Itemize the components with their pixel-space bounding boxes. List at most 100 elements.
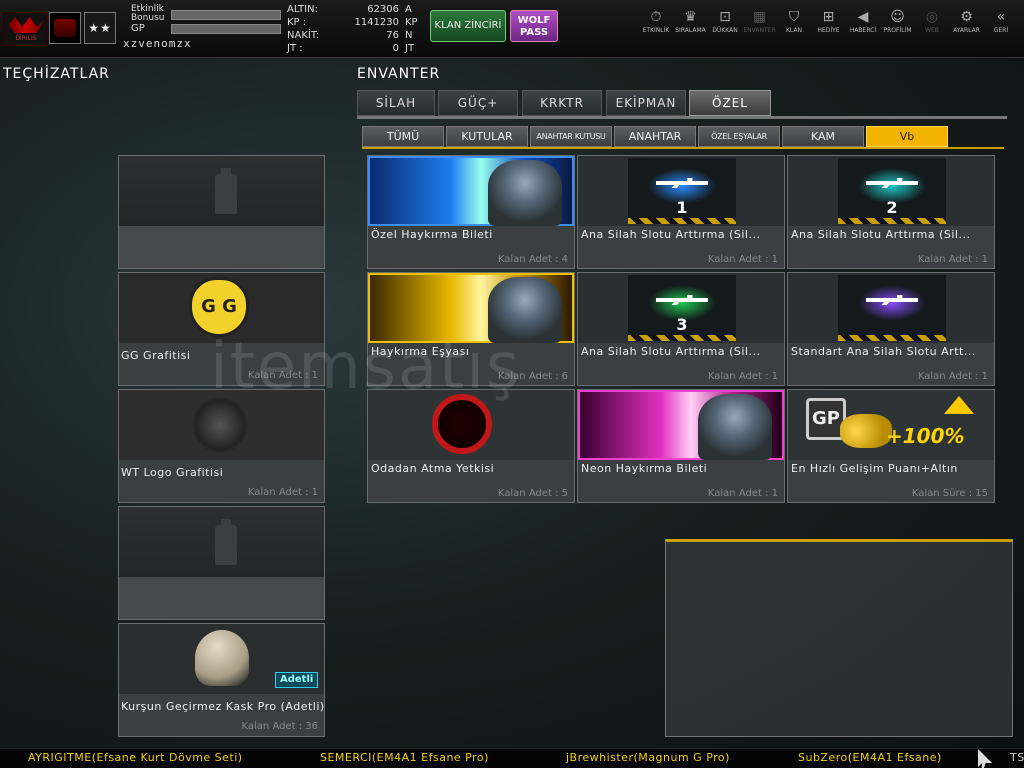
ticker-item: TS [1010, 751, 1024, 764]
spray-can-icon [215, 519, 237, 565]
item-name: Neon Haykırma Bileti [581, 462, 708, 475]
subtab-3[interactable]: ANAHTAR [614, 126, 696, 147]
subtab-5[interactable]: KAM [782, 126, 864, 147]
weapon-slot-icon: 3 [618, 275, 746, 341]
item-image [578, 390, 784, 460]
news-ticker: AYRIGITME(Efsane Kurt Dövme Seti) SEMERCI… [0, 748, 1024, 768]
inventory-item[interactable]: Özel Haykırma Bileti Kalan Adet : 4 [367, 155, 575, 269]
event-bonus-bar [171, 10, 281, 20]
currency-label: ALTIN: [287, 4, 318, 15]
currency-unit: KP [405, 17, 418, 28]
nav-5[interactable]: ⊞ HEDİYE [811, 8, 847, 38]
currency-value: 0 [392, 43, 399, 54]
equipment-slot[interactable]: Adetli Kurşun Geçirmez Kask Pro (Adetli) K… [118, 623, 325, 737]
item-name: En Hızlı Gelişim Puanı+Altın [791, 462, 958, 475]
ticker-item: SEMERCI(EM4A1 Efsane Pro) [320, 751, 489, 764]
slot-image [119, 507, 324, 577]
subtab-4[interactable]: ÖZEL EŞYALAR [698, 126, 780, 147]
nav-label: ETKİNLİK [642, 27, 670, 34]
item-name: Ana Silah Slotu Arttırma (Sil... [581, 345, 761, 358]
item-quantity: Kalan Adet : 1 [917, 254, 988, 265]
game-logo: DIRILIS [3, 12, 47, 46]
subtab-2[interactable]: ANAHTAR KUTUSU [530, 126, 612, 147]
item-name: Standart Ana Silah Slotu Artt... [791, 345, 976, 358]
item-name: Odadan Atma Yetkisi [371, 462, 495, 475]
subtab-1[interactable]: KUTULAR [446, 126, 528, 147]
item-quantity: Kalan Adet : 5 [497, 488, 568, 499]
currency-value: 1141230 [354, 17, 399, 28]
nav-7[interactable]: ☺ PROFİLİM [880, 8, 916, 38]
clan-emblem[interactable] [49, 12, 81, 44]
slot-quantity: Kalan Adet : 1 [247, 487, 318, 498]
currency-unit: A [405, 4, 412, 15]
tab-2[interactable]: KRKTR [522, 90, 602, 116]
nav-0[interactable]: ⏱ ETKİNLİK [638, 8, 674, 38]
inventory-item[interactable]: 1 Ana Silah Slotu Arttırma (Sil... Kalan A… [577, 155, 785, 269]
item-quantity: Kalan Adet : 1 [707, 254, 778, 265]
equipment-slot[interactable] [118, 506, 325, 620]
nav-1[interactable]: ♛ SIRALAMA [673, 8, 709, 38]
nav-label: AYARLAR [953, 27, 980, 34]
equipment-slot[interactable] [118, 155, 325, 269]
weapon-slot-icon: 2 [828, 158, 956, 224]
item-image: 2 [788, 156, 994, 226]
subtab-0[interactable]: TÜMÜ [362, 126, 444, 147]
item-quantity: Kalan Adet : 1 [917, 371, 988, 382]
item-quantity: Kalan Adet : 1 [707, 371, 778, 382]
item-image: 1 [578, 156, 784, 226]
nav-label: GERİ [993, 27, 1009, 34]
nav-icon: ▦ [752, 9, 767, 25]
item-quantity: Kalan Adet : 4 [497, 254, 568, 265]
slot-image [119, 156, 324, 226]
nav-label: ENVANTER [743, 27, 776, 34]
tab-0[interactable]: SİLAH [357, 90, 435, 116]
nav-label: WEB [925, 27, 939, 34]
nav-icon: ◀ [857, 9, 869, 25]
nav-4[interactable]: ⛉ KLAN [776, 8, 812, 38]
nav-label: KLAN [785, 27, 802, 34]
nav-icon: ⛉ [788, 9, 800, 25]
helmet-icon [195, 630, 249, 686]
nav-9[interactable]: ⚙ AYARLAR [949, 8, 985, 38]
item-image: 3 [578, 273, 784, 343]
nav-3[interactable]: ▦ ENVANTER [742, 8, 778, 38]
top-bar: DIRILIS ★★ Etkinlik Bonusu GP xzvenomzx … [0, 0, 1024, 58]
equipment-title: TEÇHİZATLAR [3, 66, 110, 82]
rank-badge: ★★ [84, 12, 116, 44]
inventory-item[interactable]: Standart Ana Silah Slotu Artt... Kalan Ad… [787, 272, 995, 386]
item-image [788, 273, 994, 343]
hazard-stripe [628, 335, 736, 341]
ticker-item: AYRIGITME(Efsane Kurt Dövme Seti) [28, 751, 243, 764]
inventory-item[interactable]: Odadan Atma Yetkisi Kalan Adet : 5 [367, 389, 575, 503]
nav-icon: ♛ [684, 9, 697, 25]
nav-6[interactable]: ◀ HABERCİ [845, 8, 881, 38]
item-name: Özel Haykırma Bileti [371, 228, 493, 241]
wolf-pass-button[interactable]: WOLF PASS [510, 10, 558, 42]
nav-label: SIRALAMA [675, 27, 706, 34]
nav-8[interactable]: ◎ WEB [914, 8, 950, 38]
watermark: itemsatış [210, 330, 522, 404]
inventory-item[interactable]: 3 Ana Silah Slotu Arttırma (Sil... Kalan A… [577, 272, 785, 386]
subtab-6[interactable]: Vb [866, 126, 948, 147]
nav-icon: ⏱ [650, 9, 662, 25]
gg-graffiti-icon: G G [189, 277, 249, 337]
tab-1[interactable]: GÜÇ+ [438, 90, 518, 116]
slot-name: GG Grafitisi [121, 349, 191, 362]
tab-3[interactable]: EKİPMAN [606, 90, 686, 116]
equipment-slot[interactable]: WT Logo Grafitisi Kalan Adet : 1 [118, 389, 325, 503]
nav-10[interactable]: « GERİ [983, 8, 1019, 38]
nav-2[interactable]: ⊡ DÜKKAN [707, 8, 743, 38]
subtab-underline [362, 147, 1004, 149]
soldier-icon [698, 394, 772, 460]
currency-label: KP : [287, 17, 307, 28]
ticker-item: SubZero(EM4A1 Efsane) [798, 751, 942, 764]
inventory-item[interactable]: Neon Haykırma Bileti Kalan Adet : 1 [577, 389, 785, 503]
slot-name: Kurşun Geçirmez Kask Pro (Adetli) [121, 700, 325, 713]
hazard-stripe [838, 218, 946, 224]
cursor-icon [978, 749, 992, 768]
inventory-item[interactable]: GP +100% En Hızlı Gelişim Puanı+Altın Kalan… [787, 389, 995, 503]
ticker-item: jBrewhister(Magnum G Pro) [566, 751, 730, 764]
inventory-item[interactable]: 2 Ana Silah Slotu Arttırma (Sil... Kalan A… [787, 155, 995, 269]
klan-chain-button[interactable]: KLAN ZİNCİRİ [430, 10, 506, 42]
tab-4[interactable]: ÖZEL [689, 90, 771, 116]
